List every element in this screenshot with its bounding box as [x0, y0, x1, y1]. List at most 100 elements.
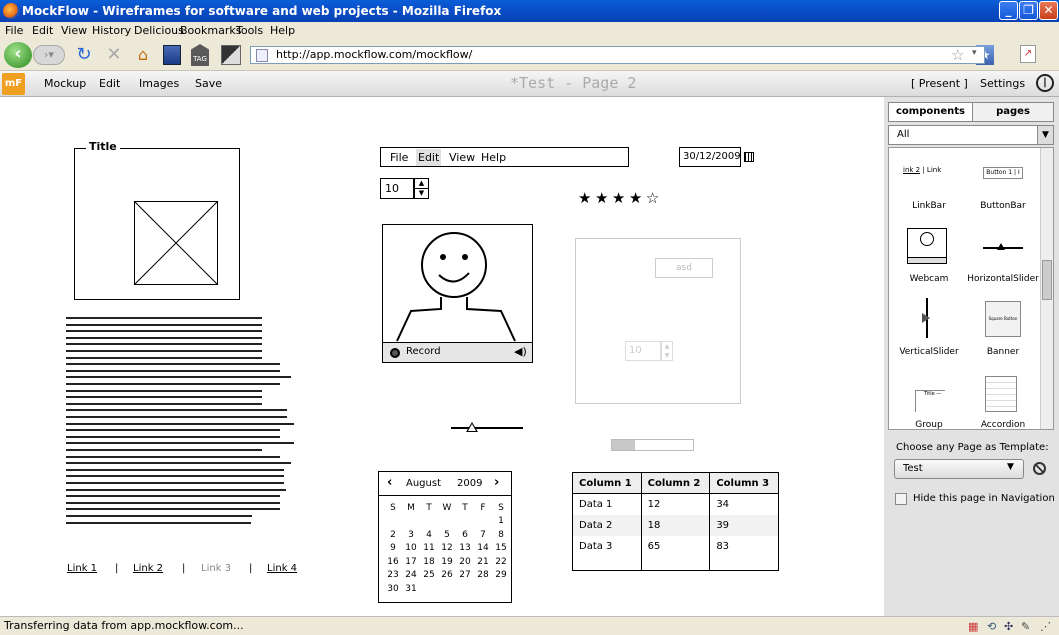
calendar-day[interactable]: 21: [474, 555, 492, 569]
numeric-stepper[interactable]: 10: [380, 178, 414, 199]
image-placeholder[interactable]: [134, 201, 218, 285]
component-scrollbar[interactable]: [1040, 148, 1053, 429]
speaker-icon[interactable]: ◀): [514, 345, 527, 358]
mock-menu-edit[interactable]: Edit: [416, 149, 442, 166]
template-dropdown-icon[interactable]: ▼: [1007, 462, 1014, 472]
sync-status-icon[interactable]: ⟲: [987, 618, 996, 635]
delete-template-icon[interactable]: [1033, 462, 1046, 475]
faded-panel[interactable]: asd 10 ▲ ▼: [575, 238, 741, 404]
component-filter[interactable]: All: [888, 125, 1054, 145]
tag-icon[interactable]: TAG: [191, 44, 209, 66]
grip-icon[interactable]: ⋰: [1040, 618, 1051, 635]
component-buttonbar[interactable]: ButtonBar: [963, 201, 1043, 211]
filter-dropdown-icon[interactable]: ▼: [1037, 126, 1053, 144]
horizontal-slider[interactable]: [451, 427, 523, 429]
calendar-day[interactable]: 1: [492, 515, 510, 529]
calendar-widget[interactable]: ‹ August 2009 › SMTWTFS 1 2 3 4 5 6 7 8 9 10 11 12 1…: [378, 471, 512, 603]
calendar-day[interactable]: 6: [456, 528, 474, 542]
menu-help[interactable]: Help: [270, 22, 295, 39]
mock-menu-file[interactable]: File: [390, 151, 408, 164]
component-accordion[interactable]: Accordion: [963, 420, 1043, 430]
calendar-day[interactable]: 7: [474, 528, 492, 542]
star-icon[interactable]: ★: [629, 189, 642, 207]
menu-delicious[interactable]: Delicious: [134, 22, 184, 39]
calendar-day[interactable]: 9: [384, 542, 402, 556]
calendar-day[interactable]: 22: [492, 555, 510, 569]
table-row[interactable]: Data 3 65 83: [572, 535, 779, 557]
component-verticalslider[interactable]: VerticalSlider: [889, 347, 969, 357]
maximize-button[interactable]: ❐: [1019, 1, 1038, 20]
forward-icon[interactable]: ›▾: [33, 45, 65, 65]
calendar-day[interactable]: 14: [474, 542, 492, 556]
home-icon[interactable]: ⌂: [131, 43, 155, 67]
star-empty-icon[interactable]: ☆: [646, 189, 659, 207]
mock-menu-help[interactable]: Help: [481, 151, 506, 164]
close-button[interactable]: ✕: [1039, 1, 1058, 20]
mock-menu-view[interactable]: View: [449, 151, 475, 164]
mockup-canvas[interactable]: Title Link 1 | Link 2 | Link 3 | Link 4 …: [0, 97, 884, 616]
star-icon[interactable]: ★: [595, 189, 608, 207]
images-menu[interactable]: Images: [139, 71, 179, 96]
component-linkbar[interactable]: LinkBar: [889, 201, 969, 211]
star-icon[interactable]: ★: [578, 189, 591, 207]
menu-tools[interactable]: Tools: [236, 22, 263, 39]
calendar-day[interactable]: 10: [402, 542, 420, 556]
present-button[interactable]: [ Present ]: [911, 71, 968, 96]
record-label[interactable]: Record: [406, 346, 441, 357]
reload-icon[interactable]: ↻: [72, 43, 96, 67]
link-3[interactable]: Link 3: [201, 563, 231, 574]
menu-file[interactable]: File: [5, 22, 23, 39]
calendar-day[interactable]: 27: [456, 569, 474, 583]
calendar-status-icon[interactable]: ▦: [968, 618, 978, 635]
tab-pages[interactable]: pages: [972, 102, 1054, 122]
stepper-down-icon[interactable]: ▼: [414, 188, 429, 199]
calendar-day[interactable]: 29: [492, 569, 510, 583]
record-icon[interactable]: [390, 348, 400, 358]
calendar-day[interactable]: 19: [438, 555, 456, 569]
calendar-day[interactable]: 28: [474, 569, 492, 583]
mockup-menu[interactable]: Mockup: [44, 71, 86, 96]
component-horizontalslider[interactable]: HorizontalSlider: [963, 274, 1043, 284]
url-star-icon[interactable]: ☆: [951, 46, 964, 64]
calendar-icon[interactable]: [744, 152, 754, 162]
date-input[interactable]: 30/12/2009: [679, 147, 741, 167]
calendar-day[interactable]: 15: [492, 542, 510, 556]
menu-history[interactable]: History: [92, 22, 131, 39]
template-select[interactable]: Test: [894, 459, 1024, 479]
minimize-button[interactable]: _: [999, 1, 1018, 20]
save-menu[interactable]: Save: [195, 71, 222, 96]
faded-text-field[interactable]: asd: [655, 258, 713, 278]
component-webcam[interactable]: Webcam: [889, 274, 969, 284]
calendar-day[interactable]: 25: [420, 569, 438, 583]
tools-status-icon[interactable]: ✎: [1021, 618, 1030, 635]
link-1[interactable]: Link 1: [67, 563, 97, 574]
component-list[interactable]: ink 2 | Link Button 1 | I Square Button …: [888, 147, 1054, 430]
menu-edit[interactable]: Edit: [32, 22, 53, 39]
addon-icon[interactable]: ↗: [1020, 45, 1036, 63]
column-header[interactable]: Column 2: [640, 472, 711, 494]
faded-stepper-arrows-icon[interactable]: ▲ ▼: [661, 341, 673, 361]
calendar-day[interactable]: 24: [402, 569, 420, 583]
calendar-day[interactable]: 5: [438, 528, 456, 542]
table-row[interactable]: Data 1 12 34: [572, 493, 779, 515]
url-dropdown-icon[interactable]: ▾: [972, 48, 977, 58]
back-icon[interactable]: ‹: [4, 42, 32, 68]
menu-bookmarks[interactable]: Bookmarks: [180, 22, 241, 39]
component-group[interactable]: Group: [889, 420, 969, 430]
table-row[interactable]: Data 2 18 39: [572, 514, 779, 536]
star-icon[interactable]: ★: [612, 189, 625, 207]
calendar-day[interactable]: 30: [384, 582, 402, 596]
webcam-widget[interactable]: Record ◀): [382, 224, 533, 363]
calendar-day[interactable]: 16: [384, 555, 402, 569]
calendar-day[interactable]: 17: [402, 555, 420, 569]
faded-stepper[interactable]: 10: [625, 341, 661, 361]
calendar-day[interactable]: 8: [492, 528, 510, 542]
calendar-day[interactable]: 26: [438, 569, 456, 583]
prev-month-icon[interactable]: ‹: [387, 475, 392, 490]
rating-stars[interactable]: ★ ★ ★ ★ ☆: [578, 191, 659, 206]
calendar-day[interactable]: 31: [402, 582, 420, 596]
edit-menu[interactable]: Edit: [99, 71, 120, 96]
calendar-day[interactable]: 4: [420, 528, 438, 542]
next-month-icon[interactable]: ›: [494, 475, 499, 490]
calendar-day[interactable]: 2: [384, 528, 402, 542]
